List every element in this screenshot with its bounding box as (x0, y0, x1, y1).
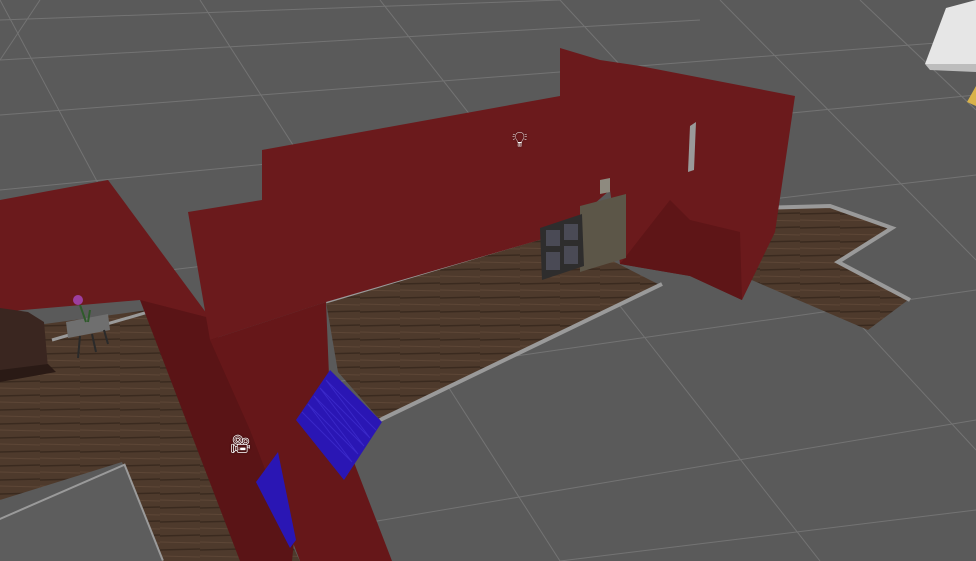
scene-viewport[interactable]: 💡︎ 🎥︎ (0, 0, 976, 561)
scene-canvas[interactable] (0, 0, 976, 561)
light-bulb-icon[interactable]: 💡︎ (512, 130, 527, 152)
camera-icon[interactable]: 🎥︎ (229, 436, 252, 454)
